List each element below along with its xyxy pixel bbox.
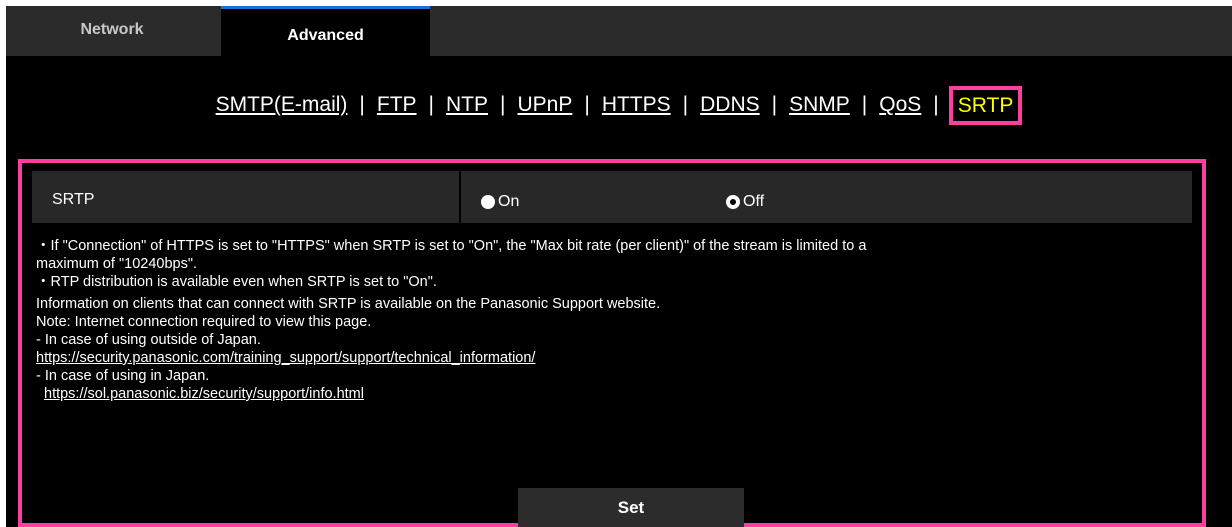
tab-network[interactable]: Network xyxy=(6,6,218,56)
tab-network-label: Network xyxy=(80,21,144,38)
radio-unselected-icon xyxy=(481,195,495,209)
note-outside-japan: - In case of using outside of Japan. xyxy=(36,332,261,348)
subnav-separator: | xyxy=(771,93,778,116)
radio-selected-icon xyxy=(726,195,740,209)
srtp-settings-panel: SRTP On Off ・If "Connection" of HTTPS is… xyxy=(18,159,1206,527)
srtp-on-label: On xyxy=(498,193,520,210)
row-divider xyxy=(459,171,461,223)
subnav-separator: | xyxy=(933,93,939,116)
subnav-link-snmp[interactable]: SNMP xyxy=(789,93,850,117)
support-link-japan[interactable]: https://sol.panasonic.biz/security/suppo… xyxy=(44,386,364,402)
subnav-link-ddns[interactable]: DDNS xyxy=(700,93,760,117)
subnav-separator: | xyxy=(359,93,365,116)
note-https-limit-cont: maximum of "10240bps". xyxy=(36,256,198,272)
subnav-separator: | xyxy=(584,93,590,116)
settings-page: Network Advanced SMTP(E-mail) | FTP | NT… xyxy=(6,6,1232,527)
subnav-separator: | xyxy=(682,93,689,116)
subnav-link-smtp[interactable]: SMTP(E-mail) xyxy=(216,93,348,117)
subnav-link-ntp[interactable]: NTP xyxy=(446,93,488,117)
subnav-link-https[interactable]: HTTPS xyxy=(602,93,671,117)
tab-bar: Network Advanced xyxy=(6,6,1232,56)
note-rtp-distribution: ・RTP distribution is available even when… xyxy=(36,274,437,290)
subnav-link-upnp[interactable]: UPnP xyxy=(517,93,572,117)
tab-advanced[interactable]: Advanced xyxy=(221,6,430,56)
subnav-link-ftp[interactable]: FTP xyxy=(377,93,417,117)
tab-advanced-label: Advanced xyxy=(287,27,364,44)
note-https-limit: ・If "Connection" of HTTPS is set to "HTT… xyxy=(36,238,867,254)
subnav-separator: | xyxy=(861,93,868,116)
srtp-off-radio[interactable]: Off xyxy=(726,193,764,211)
note-internet-required: Note: Internet connection required to vi… xyxy=(36,314,372,330)
note-in-japan: - In case of using in Japan. xyxy=(36,368,210,384)
set-button[interactable]: Set xyxy=(518,488,744,527)
support-link-outside-japan[interactable]: https://security.panasonic.com/training_… xyxy=(36,350,535,366)
note-client-info: Information on clients that can connect … xyxy=(36,296,661,312)
srtp-setting-row: SRTP On Off xyxy=(32,171,1192,223)
advanced-subnav: SMTP(E-mail) | FTP | NTP | UPnP | HTTPS … xyxy=(6,83,1232,127)
srtp-label: SRTP xyxy=(52,191,95,208)
srtp-on-radio[interactable]: On xyxy=(481,193,519,211)
srtp-notes: ・If "Connection" of HTTPS is set to "HTT… xyxy=(36,237,1196,403)
subnav-current-srtp: SRTP xyxy=(948,85,1023,125)
subnav-separator: | xyxy=(428,93,435,116)
subnav-link-qos[interactable]: QoS xyxy=(879,93,921,117)
subnav-separator: | xyxy=(500,93,506,116)
srtp-off-label: Off xyxy=(743,193,765,210)
